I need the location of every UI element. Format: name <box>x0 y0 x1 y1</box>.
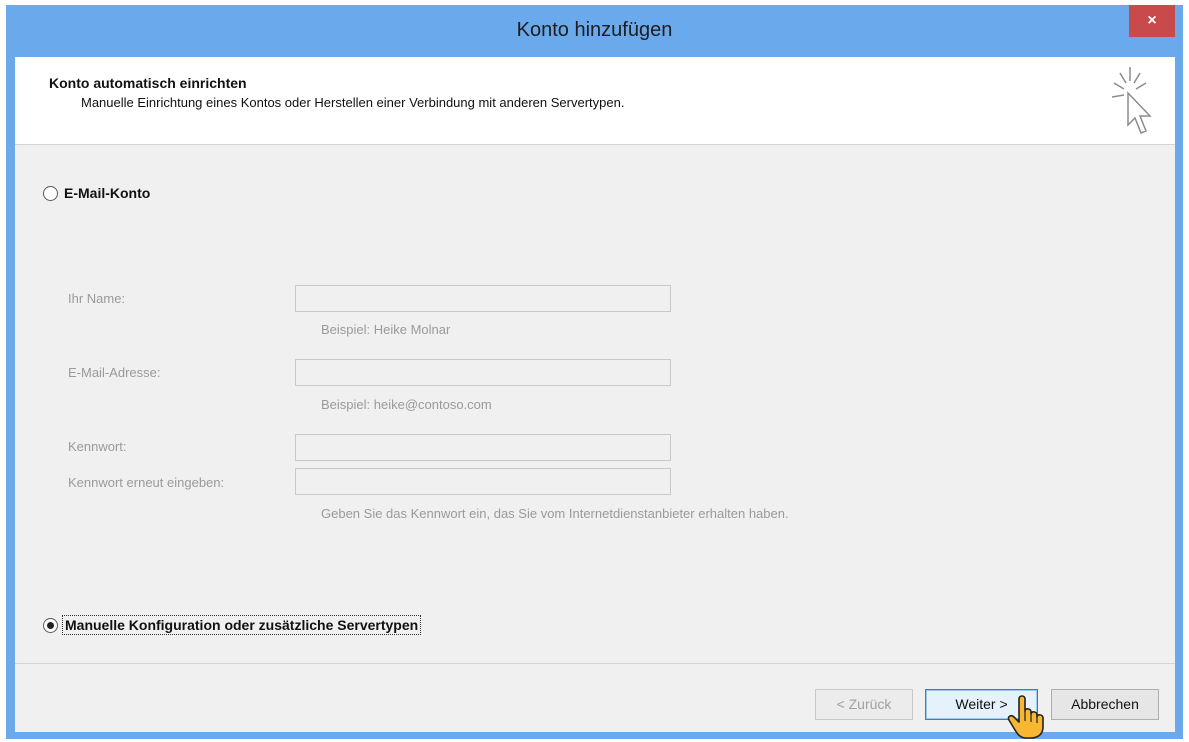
password-repeat-field[interactable] <box>295 468 671 495</box>
manual-config-option[interactable]: Manuelle Konfiguration oder zusätzliche … <box>43 615 422 635</box>
header-subtitle: Manuelle Einrichtung eines Kontos oder H… <box>81 95 625 110</box>
wizard-header: Konto automatisch einrichten Manuelle Ei… <box>15 57 1175 145</box>
email-account-radio[interactable] <box>43 185 58 201</box>
back-button[interactable]: < Zurück <box>815 689 913 720</box>
manual-config-label: Manuelle Konfiguration oder zusätzliche … <box>61 615 422 635</box>
password-field[interactable] <box>295 434 671 461</box>
name-hint: Beispiel: Heike Molnar <box>321 322 451 337</box>
email-hint: Beispiel: heike@contoso.com <box>321 397 492 412</box>
cancel-button[interactable]: Abbrechen <box>1051 689 1159 720</box>
name-field[interactable] <box>295 285 671 312</box>
password-hint: Geben Sie das Kennwort ein, das Sie vom … <box>321 506 789 521</box>
window-title: Konto hinzufügen <box>516 19 673 41</box>
email-account-label: E-Mail-Konto <box>64 185 151 201</box>
title-bar[interactable]: Konto hinzufügen × <box>6 5 1183 55</box>
email-field[interactable] <box>295 359 671 386</box>
close-button[interactable]: × <box>1129 5 1175 37</box>
dialog-content: Konto automatisch einrichten Manuelle Ei… <box>15 57 1175 739</box>
footer-divider <box>15 663 1175 664</box>
dialog-window: Konto hinzufügen × Konto automatisch ein… <box>6 5 1183 739</box>
password-label: Kennwort: <box>68 439 127 454</box>
email-label: E-Mail-Adresse: <box>68 365 161 380</box>
hand-pointer-icon <box>1007 695 1044 739</box>
manual-config-radio[interactable] <box>43 617 58 633</box>
email-account-option[interactable]: E-Mail-Konto <box>43 185 150 201</box>
name-label: Ihr Name: <box>68 291 126 306</box>
wizard-cursor-icon <box>1111 67 1152 134</box>
password-repeat-label: Kennwort erneut eingeben: <box>68 475 225 490</box>
header-title: Konto automatisch einrichten <box>49 75 247 91</box>
